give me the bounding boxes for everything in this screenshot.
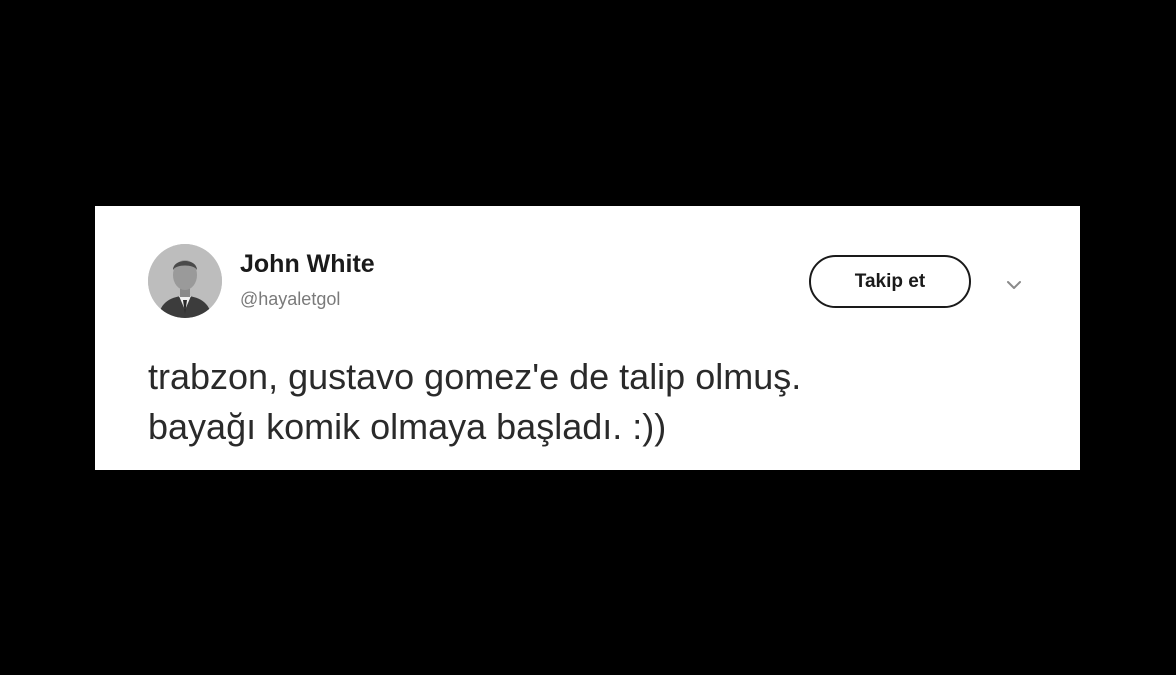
author-handle[interactable]: @hayaletgol (240, 289, 340, 310)
tweet-card: John White @hayaletgol Takip et trabzon,… (95, 206, 1080, 470)
profile-photo-icon (148, 244, 222, 318)
author-name[interactable]: John White (240, 250, 375, 279)
tweet-menu-button[interactable] (1000, 271, 1028, 299)
tweet-text-line: trabzon, gustavo gomez'e de talip olmuş. (148, 356, 802, 397)
follow-button[interactable]: Takip et (809, 255, 971, 308)
tweet-text: trabzon, gustavo gomez'e de talip olmuş.… (148, 352, 1048, 452)
avatar[interactable] (148, 244, 222, 318)
tweet-text-line: bayağı komik olmaya başladı. :)) (148, 406, 667, 447)
chevron-down-icon (1007, 281, 1021, 289)
